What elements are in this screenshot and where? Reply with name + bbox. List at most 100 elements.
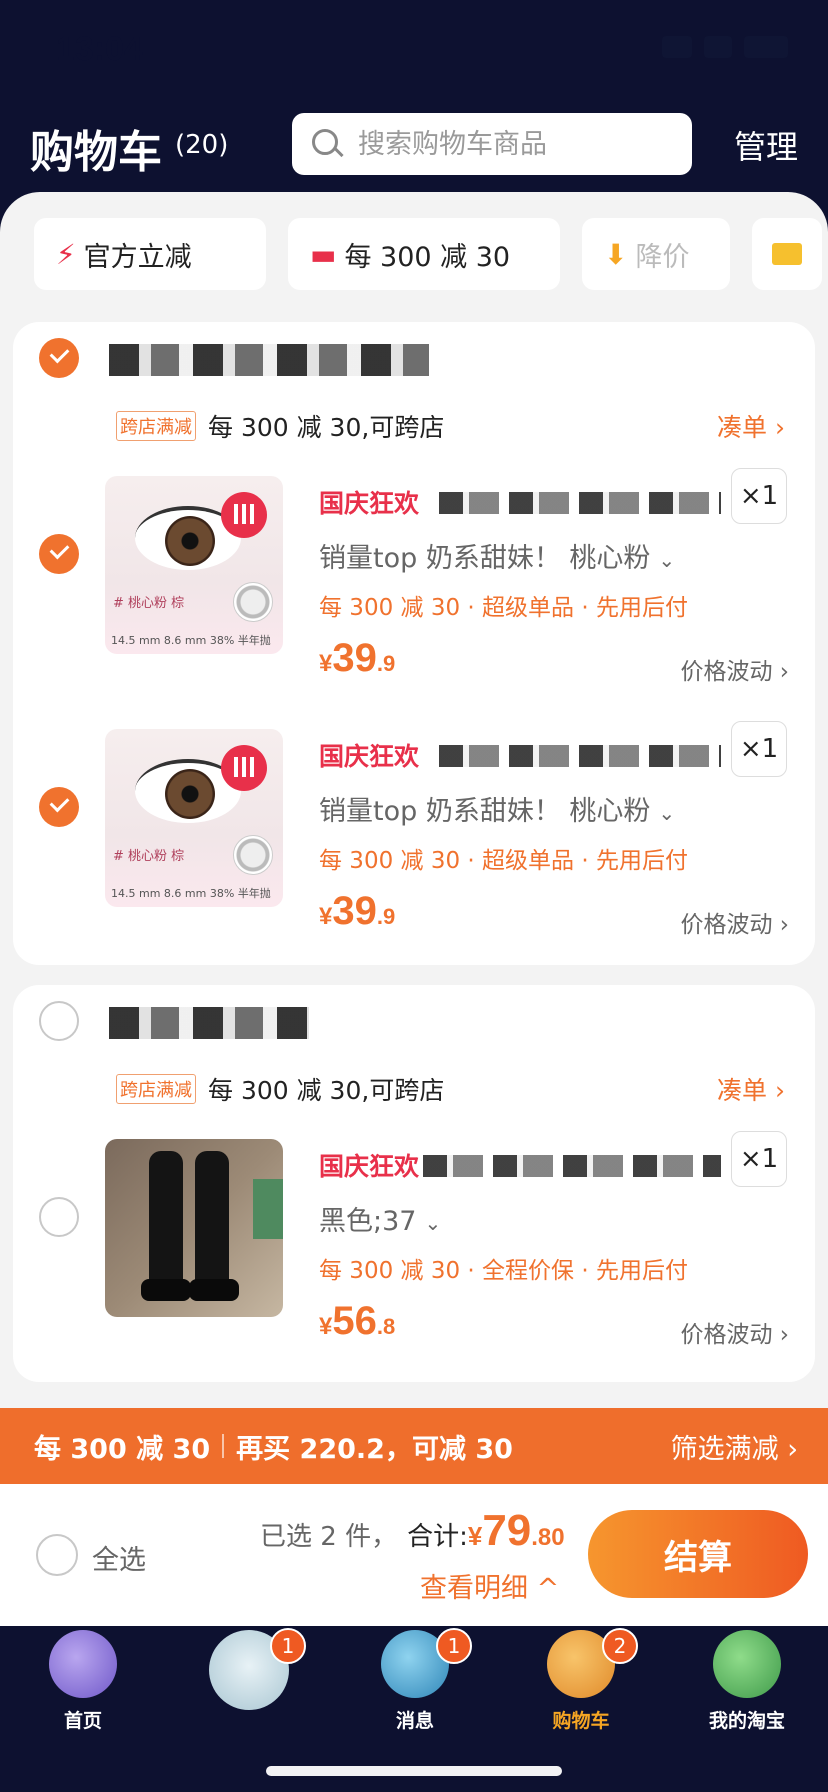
checkout-bar: 全选 已选 2 件， 合计: ¥79.80 查看明细 ^ 结算: [0, 1484, 828, 1626]
cart-count: (20): [175, 130, 229, 160]
tab-badge: 1: [436, 1628, 472, 1664]
item-price: ¥39.9: [319, 889, 395, 934]
brand-badge-icon: [221, 745, 267, 791]
item-tags: 每 300 减 30 · 超级单品 · 先用后付: [319, 848, 688, 874]
coudan-link[interactable]: 凑单 ›: [717, 1071, 785, 1107]
chip-full-reduction[interactable]: ▬ 每 300 减 30: [288, 218, 560, 290]
chevron-down-icon: ⌄: [658, 548, 676, 572]
image-foot: 14.5 mm 8.6 mm 38% 半年抛: [111, 887, 271, 900]
tab-messages[interactable]: 1 消息: [332, 1626, 498, 1736]
quantity-button[interactable]: ×1: [731, 468, 787, 524]
sku-text: 销量top 奶系甜妹！ 桃心粉: [319, 543, 651, 574]
select-all-checkbox[interactable]: [36, 1534, 78, 1576]
divider: [222, 1434, 225, 1458]
sku-selector[interactable]: 销量top 奶系甜妹！ 桃心粉 ⌄: [319, 789, 675, 828]
tab-badge: 2: [602, 1628, 638, 1664]
price-wave-link[interactable]: 价格波动 ›: [680, 1315, 789, 1349]
tab-badge: 1: [270, 1628, 306, 1664]
shop-name-redacted[interactable]: [109, 1007, 309, 1039]
select-all-label[interactable]: 全选: [92, 1538, 146, 1577]
price-integer: 39: [332, 889, 377, 933]
filter-reduction-link[interactable]: 筛选满减 ›: [671, 1427, 798, 1466]
coudan-link[interactable]: 凑单 ›: [717, 408, 785, 444]
tab-label: 消息: [395, 1710, 434, 1732]
checkout-button[interactable]: 结算: [588, 1510, 808, 1598]
item-checkbox[interactable]: [39, 534, 79, 574]
total-integer: 79: [482, 1506, 532, 1555]
promo-bar[interactable]: 每 300 减 30 再买 220.2，可减 30 筛选满减 ›: [0, 1408, 828, 1484]
price-wave-link[interactable]: 价格波动 ›: [680, 652, 789, 686]
sku-selector[interactable]: 销量top 奶系甜妹！ 桃心粉 ⌄: [319, 536, 675, 575]
price-currency: ¥: [319, 650, 333, 677]
promo-tag: 跨店满减: [116, 1074, 196, 1104]
price-decimal: .8: [376, 1314, 396, 1339]
brand-badge-icon: [221, 492, 267, 538]
item-checkbox[interactable]: [39, 787, 79, 827]
product-name-redacted[interactable]: [439, 492, 721, 514]
chip-folder[interactable]: [752, 218, 822, 290]
tab-profile[interactable]: 我的淘宝: [664, 1626, 828, 1736]
status-bar: 13:04: [0, 0, 828, 100]
image-foot: 14.5 mm 8.6 mm 38% 半年抛: [111, 634, 271, 647]
search-icon: [310, 127, 344, 161]
product-image[interactable]: # 桃心粉 棕 14.5 mm 8.6 mm 38% 半年抛: [105, 476, 283, 654]
status-time: 13:04: [56, 30, 143, 68]
promo-bar-left: 每 300 减 30: [34, 1433, 211, 1465]
home-indicator: [266, 1766, 562, 1776]
shop-name-redacted[interactable]: [109, 344, 429, 376]
chip-label: 降价: [635, 241, 690, 273]
tab-label: 首页: [63, 1710, 102, 1732]
product-image[interactable]: [105, 1139, 283, 1317]
header: 购物车 (20) 管理: [0, 100, 828, 192]
price-integer: 39: [332, 636, 377, 680]
price-decimal: .9: [376, 651, 396, 676]
sku-selector[interactable]: 黑色;37 ⌄: [319, 1199, 441, 1238]
lightning-icon: ⚡: [56, 237, 76, 271]
total-price: ¥79.80: [468, 1506, 565, 1556]
item-price: ¥39.9: [319, 636, 395, 681]
lens-disc-icon: [233, 835, 273, 875]
filter-chips: ⚡ 官方立减 ▬ 每 300 减 30 ⬇ 降价: [34, 218, 828, 290]
price-wave-link[interactable]: 价格波动 ›: [680, 905, 789, 939]
tab-live[interactable]: 1: [166, 1626, 332, 1736]
shop-checkbox[interactable]: [39, 338, 79, 378]
item-price: ¥56.8: [319, 1299, 395, 1344]
product-title[interactable]: 国庆狂欢: [319, 1147, 419, 1183]
product-title[interactable]: 国庆狂欢: [319, 484, 419, 520]
chip-official-discount[interactable]: ⚡ 官方立减: [34, 218, 266, 290]
product-name-redacted[interactable]: [423, 1155, 721, 1177]
total-currency: ¥: [467, 1521, 483, 1551]
promo-tag: 跨店满减: [116, 411, 196, 441]
shop-checkbox[interactable]: [39, 1001, 79, 1041]
battery-icon: [744, 36, 788, 58]
shop-card: 跨店满减 每 300 减 30,可跨店 凑单 › 国庆狂欢 ×1 黑色;37 ⌄ …: [13, 985, 815, 1382]
sku-text: 销量top 奶系甜妹！ 桃心粉: [319, 796, 651, 827]
promo-row: 跨店满减 每 300 减 30,可跨店: [116, 1071, 444, 1107]
product-image[interactable]: # 桃心粉 棕 14.5 mm 8.6 mm 38% 半年抛: [105, 729, 283, 907]
price-decimal: .9: [376, 904, 396, 929]
search-input[interactable]: [358, 128, 678, 160]
promo-row: 跨店满减 每 300 减 30,可跨店: [116, 408, 444, 444]
price-integer: 56: [332, 1299, 377, 1343]
search-box[interactable]: [292, 113, 692, 175]
tab-cart[interactable]: 2 购物车: [498, 1626, 664, 1736]
total-label: 合计:: [407, 1522, 468, 1552]
quantity-button[interactable]: ×1: [731, 721, 787, 777]
sku-text: 黑色;37: [319, 1206, 417, 1237]
box-graphic: [253, 1179, 283, 1239]
total-decimal: .80: [531, 1524, 565, 1551]
view-detail-link[interactable]: 查看明细 ^: [420, 1566, 559, 1605]
coupon-icon: ▬: [310, 237, 337, 271]
product-title[interactable]: 国庆狂欢: [319, 737, 419, 773]
product-name-redacted[interactable]: [439, 745, 721, 767]
chip-label: 官方立减: [83, 241, 192, 273]
manage-button[interactable]: 管理: [734, 122, 798, 168]
chip-price-drop[interactable]: ⬇ 降价: [582, 218, 730, 290]
event-tag: 国庆狂欢: [319, 742, 420, 771]
tab-home[interactable]: 首页: [0, 1626, 166, 1736]
home-mascot-icon: [49, 1630, 117, 1698]
tab-label: 购物车: [552, 1710, 610, 1732]
boot-sole-graphic: [141, 1279, 191, 1301]
quantity-button[interactable]: ×1: [731, 1131, 787, 1187]
item-checkbox[interactable]: [39, 1197, 79, 1237]
